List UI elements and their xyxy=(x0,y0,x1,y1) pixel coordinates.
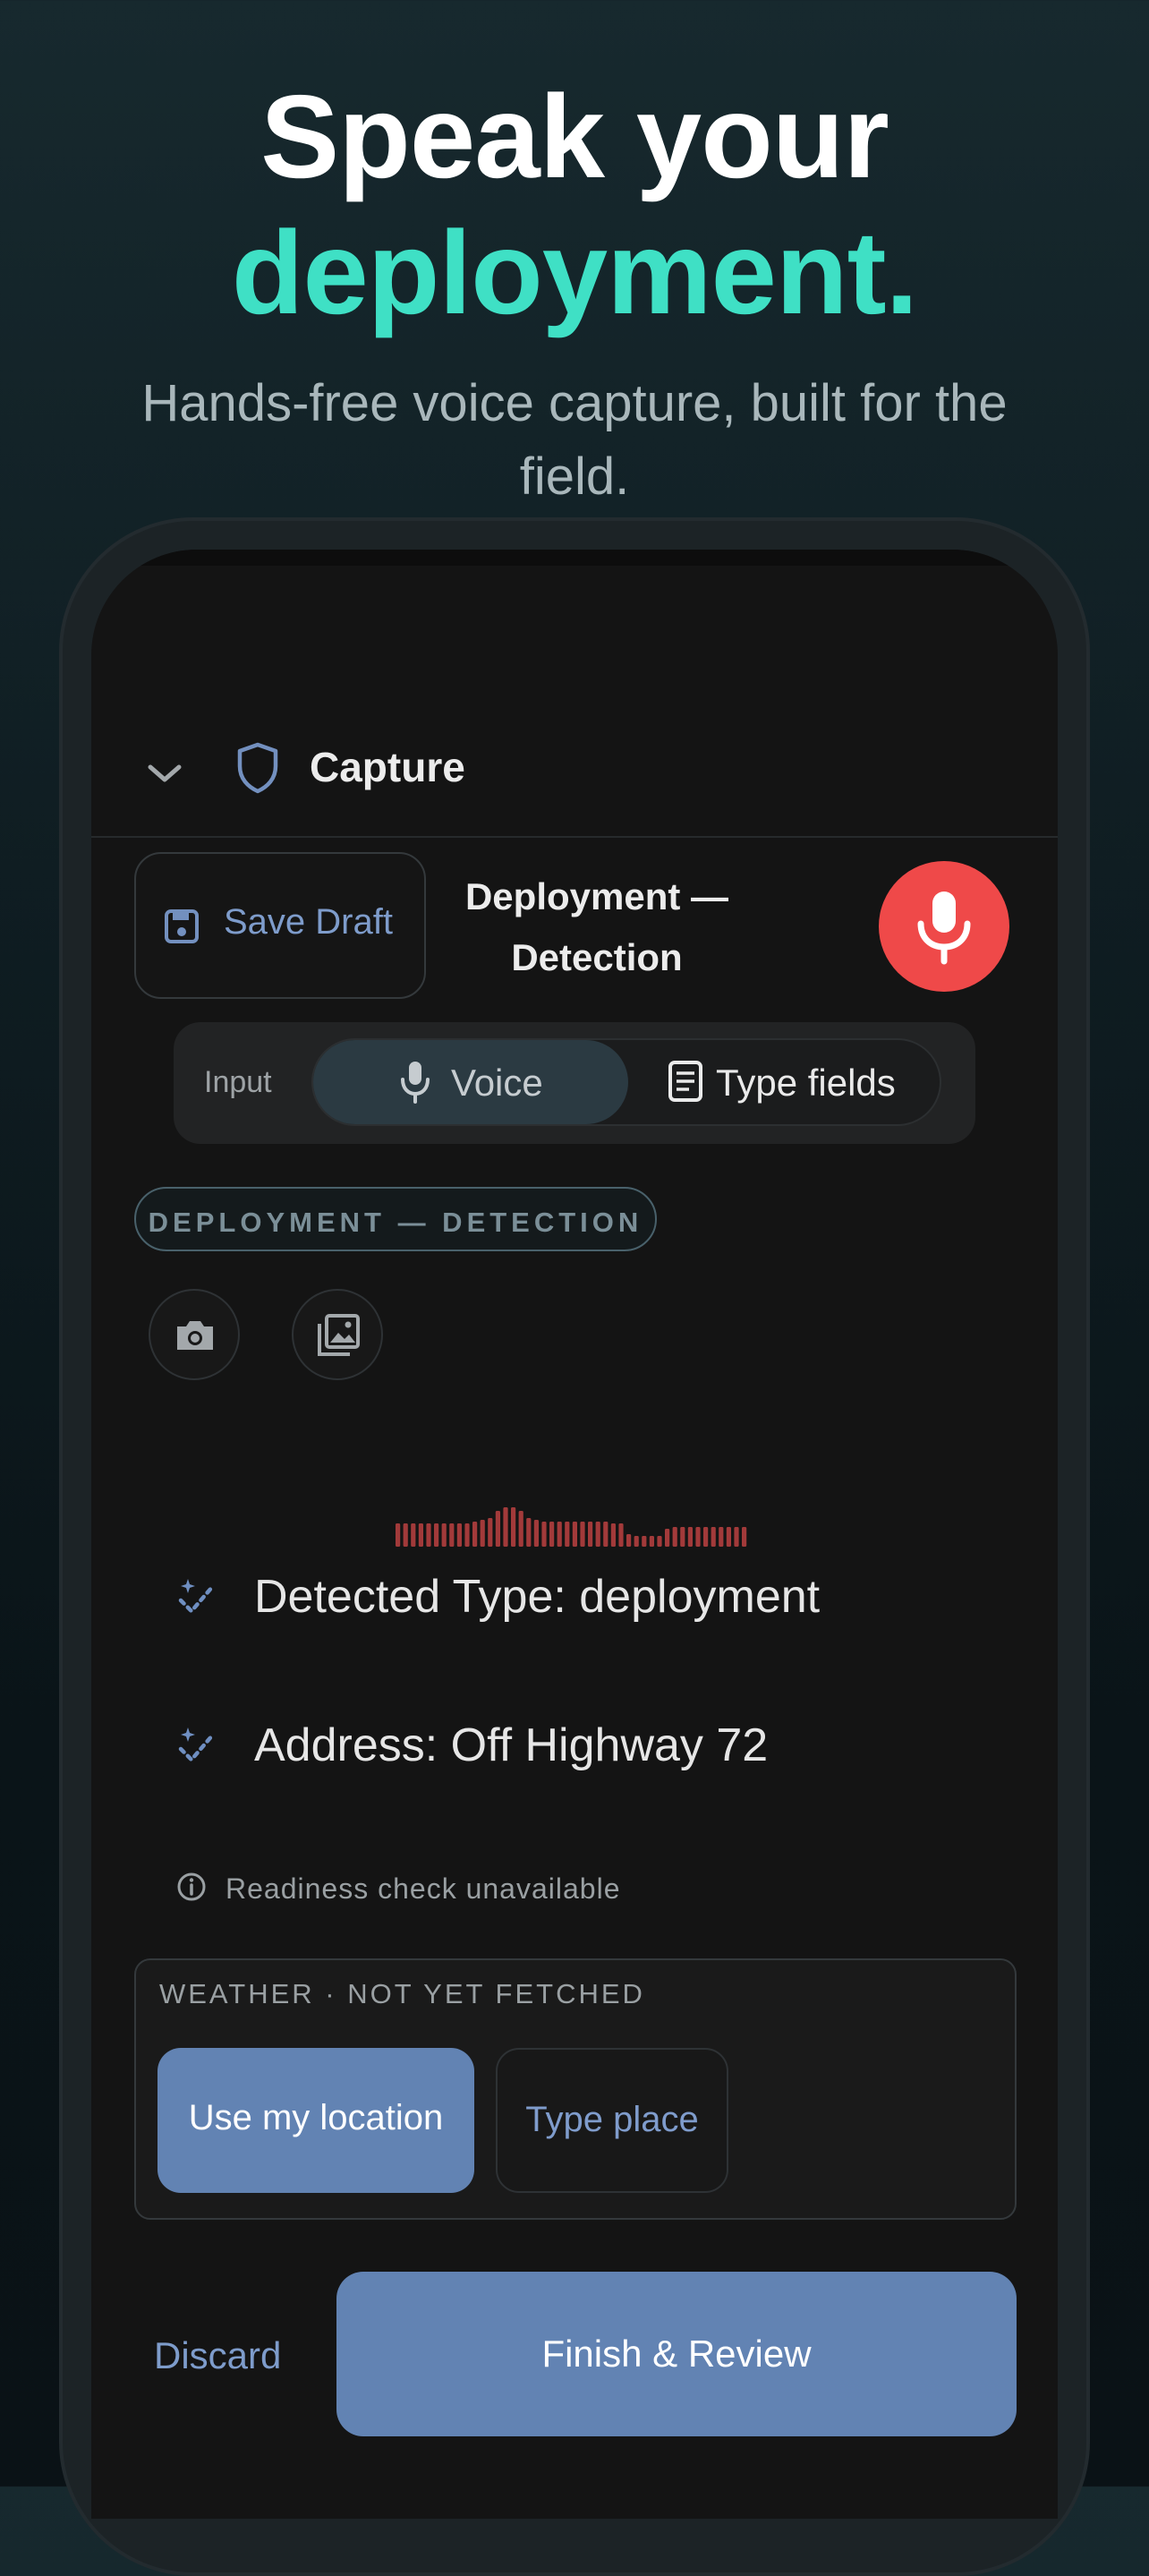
form-type-chip-label: DEPLOYMENT — DETECTION xyxy=(148,1207,643,1238)
waveform-bar xyxy=(533,1520,539,1547)
status-bar xyxy=(91,550,1058,566)
hero-headline: Speak your xyxy=(260,71,889,202)
waveform-bar xyxy=(488,1518,493,1547)
hero-headline-accent: deployment. xyxy=(231,207,918,338)
waveform-bar xyxy=(511,1507,516,1547)
waveform-bar xyxy=(565,1522,570,1547)
capture-screen: Capture Save Draft Deployment — Detectio… xyxy=(91,550,1058,2519)
waveform-bar xyxy=(449,1523,455,1547)
header-title: Capture xyxy=(310,744,465,790)
field-detected-type: Detected Type: deployment xyxy=(172,1561,977,1633)
waveform-bar xyxy=(734,1527,739,1547)
input-mode-label: Input xyxy=(204,1065,272,1099)
camera-icon xyxy=(177,1321,213,1350)
discard-button[interactable]: Discard xyxy=(154,2334,281,2377)
waveform-bar xyxy=(403,1523,408,1547)
floppy-disk-icon xyxy=(165,909,199,943)
waveform-bar xyxy=(472,1522,478,1547)
waveform-bar xyxy=(711,1527,716,1547)
camera-button[interactable] xyxy=(149,1289,240,1380)
form-title: Deployment — Detection xyxy=(464,875,729,978)
field-address: Address: Off Highway 72 xyxy=(172,1710,977,1781)
waveform-bar xyxy=(434,1523,439,1547)
waveform-bar xyxy=(695,1527,701,1547)
chevron-down-icon[interactable] xyxy=(145,760,184,787)
waveform-bar xyxy=(456,1523,462,1547)
waveform-bar xyxy=(441,1523,447,1547)
field-text: Detected Type: deployment xyxy=(254,1571,821,1623)
finish-review-button[interactable]: Finish & Review xyxy=(336,2272,1017,2436)
waveform-bar xyxy=(634,1536,639,1547)
waveform-bar xyxy=(588,1522,593,1547)
weather-card: WEATHER · NOT YET FETCHED Use my locatio… xyxy=(134,1958,1017,2220)
type-fields-option[interactable]: Type fields xyxy=(716,1062,896,1105)
sparkle-check-icon xyxy=(178,1579,216,1615)
waveform-bar xyxy=(665,1529,670,1547)
capture-header: Capture xyxy=(91,711,1058,838)
waveform-bar xyxy=(703,1527,709,1547)
use-my-location-label: Use my location xyxy=(188,2098,444,2137)
waveform-bar xyxy=(557,1522,562,1547)
input-mode-bar: Input Voice Type fields xyxy=(174,1022,975,1144)
waveform-bar xyxy=(503,1507,508,1547)
save-draft-label: Save Draft xyxy=(224,902,393,942)
info-icon xyxy=(177,1872,206,1901)
input-mode-toggle: Voice Type fields xyxy=(311,1038,941,1126)
voice-mode-option[interactable]: Voice xyxy=(313,1040,628,1124)
audio-waveform xyxy=(396,1507,747,1547)
type-place-button[interactable]: Type place xyxy=(496,2048,728,2193)
type-place-label: Type place xyxy=(525,2100,699,2139)
waveform-bar xyxy=(495,1511,500,1547)
voice-mode-label: Voice xyxy=(451,1062,543,1104)
waveform-bar xyxy=(480,1520,485,1547)
weather-status: WEATHER · NOT YET FETCHED xyxy=(159,1978,645,2009)
waveform-bar xyxy=(464,1523,470,1547)
photo-gallery-icon xyxy=(318,1314,360,1356)
shield-icon xyxy=(237,742,278,794)
use-my-location-button[interactable]: Use my location xyxy=(157,2048,474,2193)
waveform-bar xyxy=(426,1523,431,1547)
waveform-bar xyxy=(518,1511,523,1547)
hero-subtitle: Hands-free voice capture, built for the … xyxy=(141,374,1008,506)
waveform-bar xyxy=(687,1527,693,1547)
waveform-bar xyxy=(618,1523,624,1547)
record-mic-button[interactable] xyxy=(879,861,1009,992)
waveform-bar xyxy=(580,1522,585,1547)
waveform-bar xyxy=(572,1522,577,1547)
microphone-icon xyxy=(917,891,971,965)
waveform-bar xyxy=(603,1522,609,1547)
waveform-bar xyxy=(657,1536,662,1547)
waveform-bar xyxy=(626,1534,632,1547)
waveform-bar xyxy=(649,1536,654,1547)
waveform-bar xyxy=(672,1527,677,1547)
waveform-bar xyxy=(411,1523,416,1547)
save-draft-button[interactable]: Save Draft xyxy=(134,852,426,999)
form-type-chip: DEPLOYMENT — DETECTION xyxy=(134,1187,657,1251)
sparkle-check-icon xyxy=(178,1727,216,1763)
finish-review-label: Finish & Review xyxy=(541,2333,812,2375)
waveform-bar xyxy=(418,1523,423,1547)
field-text: Address: Off Highway 72 xyxy=(254,1719,769,1771)
waveform-bar xyxy=(541,1522,547,1547)
waveform-bar xyxy=(719,1527,724,1547)
microphone-icon xyxy=(401,1062,430,1104)
document-icon xyxy=(668,1061,702,1102)
waveform-bar xyxy=(526,1518,532,1547)
readiness-text: Readiness check unavailable xyxy=(226,1872,621,1905)
waveform-bar xyxy=(726,1527,731,1547)
waveform-bar xyxy=(595,1522,600,1547)
waveform-bar xyxy=(742,1527,747,1547)
waveform-bar xyxy=(549,1522,555,1547)
waveform-bar xyxy=(610,1523,616,1547)
readiness-status: Readiness check unavailable xyxy=(175,1867,802,1912)
waveform-bar xyxy=(680,1527,685,1547)
gallery-button[interactable] xyxy=(292,1289,383,1380)
waveform-bar xyxy=(642,1536,647,1547)
waveform-bar xyxy=(396,1523,401,1547)
